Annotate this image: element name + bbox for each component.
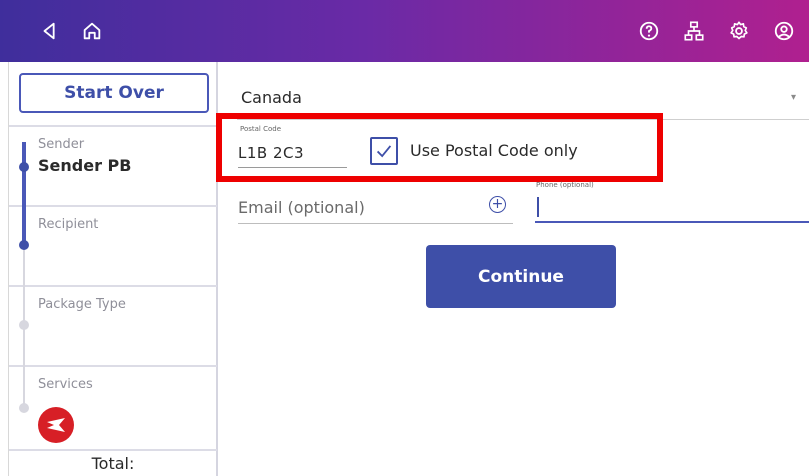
canada-post-icon [38,407,74,443]
account-icon[interactable] [772,19,796,43]
step-label: Services [38,377,93,392]
step-services[interactable]: Services [9,365,217,449]
step-label: Package Type [38,297,126,312]
total-label: Total: [91,454,135,473]
top-bar [0,0,809,62]
network-icon[interactable] [682,19,706,43]
red-highlight-box [216,113,663,182]
step-recipient[interactable]: Recipient [9,205,217,285]
step-dot-sender [19,162,29,172]
back-icon[interactable] [38,19,62,43]
step-dot-services [19,403,29,413]
phone-label: Phone (optional) [536,181,594,189]
email-underline [238,223,513,224]
step-dot-package-type [19,320,29,330]
continue-button[interactable]: Continue [426,245,616,308]
progress-rail-active [22,142,26,242]
step-sender[interactable]: Sender Sender PB [9,125,217,205]
home-icon[interactable] [80,19,104,43]
workflow-sidebar: Start Over Sender Sender PB Recipient Pa… [8,62,218,476]
step-value: Sender PB [38,156,132,175]
chevron-down-icon[interactable]: ▾ [791,92,796,103]
help-icon[interactable] [637,19,661,43]
step-dot-recipient [19,240,29,250]
step-label: Sender [38,137,85,152]
phone-input[interactable] [535,221,809,223]
email-input[interactable]: Email (optional) [238,198,365,217]
settings-icon[interactable] [727,19,751,43]
step-label: Recipient [38,217,99,232]
step-package-type[interactable]: Package Type [9,285,217,365]
add-email-icon[interactable]: + [489,196,506,213]
start-over-button[interactable]: Start Over [19,73,209,113]
country-select[interactable]: Canada [241,88,302,107]
phone-text-cursor [537,197,539,217]
